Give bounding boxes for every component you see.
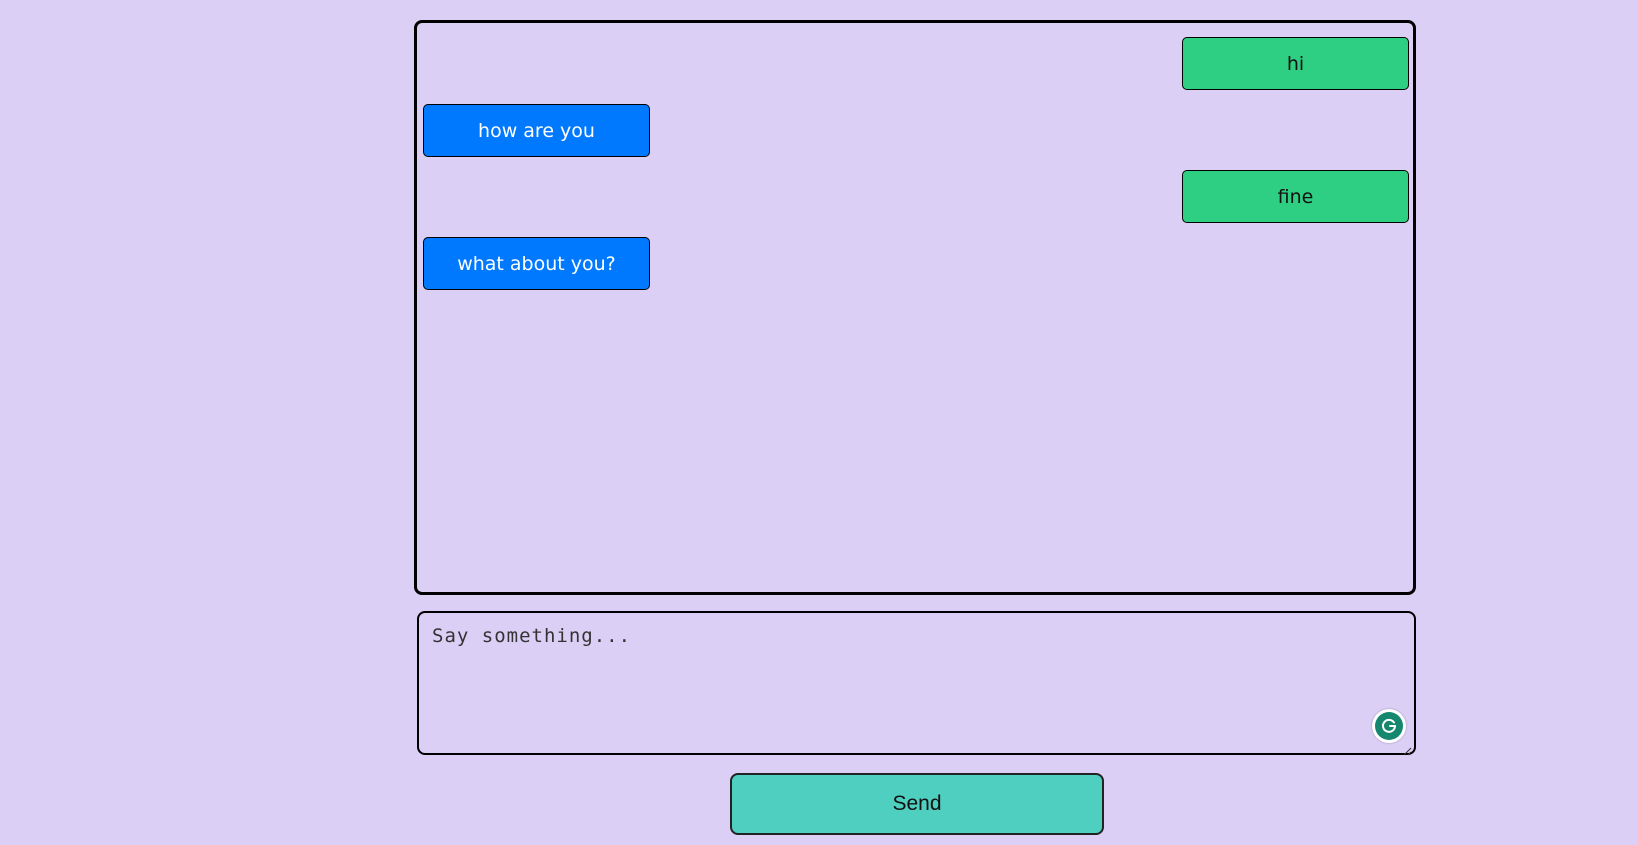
message-bubble-outgoing: fine: [1182, 170, 1409, 223]
send-button[interactable]: Send: [730, 773, 1104, 835]
message-bubble-incoming: what about you?: [423, 237, 650, 290]
message-bubble-outgoing: hi: [1182, 37, 1409, 90]
message-input[interactable]: [419, 613, 1414, 753]
message-input-container[interactable]: [417, 611, 1416, 756]
message-bubble-incoming: how are you: [423, 104, 650, 157]
resize-handle-icon[interactable]: [1402, 741, 1412, 756]
chat-window[interactable]: hi how are you fine what about you?: [414, 20, 1416, 595]
grammarly-icon[interactable]: [1372, 709, 1406, 743]
